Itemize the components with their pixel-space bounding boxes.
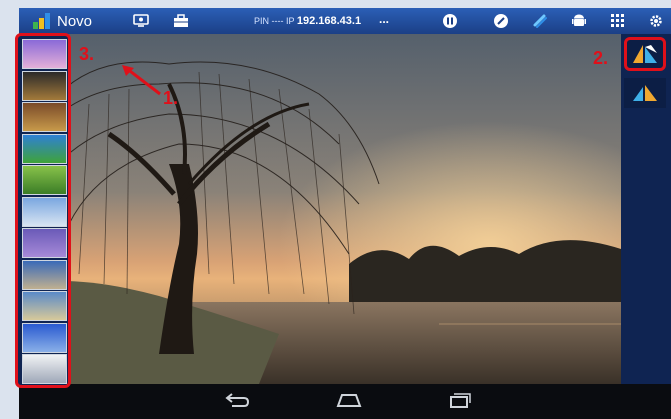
sail-mode-button[interactable] — [624, 78, 666, 108]
thumbnail-night-road[interactable] — [22, 70, 67, 101]
home-icon[interactable] — [336, 392, 362, 413]
sail-alt-icon — [633, 85, 657, 101]
thumbnail-rail-tracks[interactable] — [22, 259, 67, 290]
toolbox-icon[interactable] — [172, 12, 190, 30]
annotation-label-2: 2. — [593, 48, 609, 68]
novo-logo-icon — [33, 13, 51, 29]
android-nav-bar — [19, 384, 671, 419]
thumbnail-blue-sky-field[interactable] — [22, 133, 67, 164]
apps-grid-icon[interactable] — [609, 12, 627, 30]
main-image-display[interactable] — [19, 34, 621, 384]
settings-gear-icon[interactable] — [647, 12, 665, 30]
android-icon[interactable] — [570, 12, 588, 30]
pause-icon[interactable] — [441, 12, 459, 30]
recent-apps-icon[interactable] — [446, 392, 472, 413]
more-button[interactable]: ... — [379, 12, 389, 26]
thumbnail-lavender-field[interactable] — [22, 228, 67, 258]
screenshot-frame: Novo PIN ---- IP 192.168.43.1 ... 3. 1. … — [0, 0, 671, 419]
willow-tree-photo — [19, 34, 621, 384]
presenter-icon[interactable] — [132, 12, 150, 30]
annotate-icon[interactable] — [492, 12, 510, 30]
thumbnail-clouds[interactable] — [22, 196, 67, 227]
back-icon[interactable] — [224, 392, 250, 413]
sail-icon — [633, 45, 657, 63]
annotation-label-1: 1. — [163, 88, 179, 108]
link-icon[interactable] — [531, 12, 549, 30]
thumbnail-white-clouds[interactable] — [22, 354, 67, 384]
thumbnail-sidebar — [15, 33, 71, 388]
thumbnail-green-hills[interactable] — [22, 165, 67, 195]
connection-info: PIN ---- IP 192.168.43.1 — [254, 15, 361, 27]
top-toolbar: Novo PIN ---- IP 192.168.43.1 ... — [19, 8, 671, 34]
pin-label: PIN ---- IP — [254, 16, 295, 26]
thumbnail-purple-sunset[interactable] — [22, 39, 67, 69]
app-logo: Novo — [33, 13, 92, 30]
thumbnail-coast[interactable] — [22, 291, 67, 321]
ip-address: 192.168.43.1 — [296, 15, 362, 27]
thumbnail-blue-lake[interactable] — [22, 322, 67, 353]
app-title: Novo — [57, 12, 93, 30]
annotation-label-3: 3. — [79, 44, 95, 64]
sail-mode-button-active[interactable] — [624, 37, 666, 71]
thumbnail-autumn-tree[interactable] — [22, 102, 67, 132]
annotation-arrow-icon — [122, 65, 161, 96]
